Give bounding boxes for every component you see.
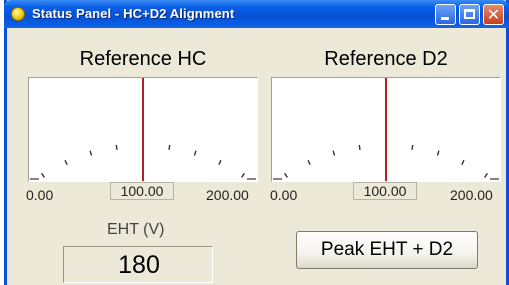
dial-tick: [89, 150, 93, 156]
dial-tick: [193, 150, 197, 156]
dial-tick: [41, 172, 45, 178]
meter-d2-scale-min: 0.00: [270, 187, 298, 203]
minimize-icon: [441, 17, 449, 20]
meter-hc-scale-max: 200.00: [206, 187, 249, 203]
dial-tick: [241, 172, 245, 178]
app-icon: [11, 7, 25, 21]
dial-tick: [436, 150, 440, 156]
dial-tick: [358, 144, 361, 150]
dial-tick: [484, 172, 488, 178]
meter-hc-scale-min: 0.00: [26, 187, 54, 203]
window-title: Status Panel - HC+D2 Alignment: [32, 6, 235, 21]
close-button[interactable]: ✕: [483, 4, 504, 25]
meter-hc: [28, 77, 258, 182]
dial-tick: [218, 159, 222, 166]
dial-tick: [461, 159, 465, 166]
status-panel-window: Status Panel - HC+D2 Alignment ✕ Referen…: [4, 0, 509, 285]
meter-hc-dial: [30, 78, 256, 181]
meter-d2-scale-mid: 100.00: [353, 182, 417, 200]
eht-label: EHT (V): [107, 221, 165, 238]
meter-d2-dial: [273, 78, 499, 181]
dial-tick: [307, 159, 311, 166]
meter-d2-title: Reference D2: [324, 48, 448, 70]
maximize-icon: [464, 9, 475, 19]
dial-tick: [332, 150, 336, 156]
meter-d2: [271, 77, 501, 182]
dial-tick: [168, 144, 171, 150]
meter-hc-title: Reference HC: [79, 48, 207, 70]
meter-hc-scale-mid: 100.00: [110, 182, 174, 200]
peak-eht-d2-button[interactable]: Peak EHT + D2: [296, 231, 478, 269]
dial-tick: [64, 159, 68, 166]
minimize-button[interactable]: [435, 4, 456, 25]
dial-tick: [115, 144, 118, 150]
eht-value: 180: [118, 251, 160, 279]
title-bar[interactable]: Status Panel - HC+D2 Alignment ✕: [4, 0, 509, 28]
dial-tick: [411, 144, 414, 150]
eht-readout: 180: [63, 246, 213, 283]
dial-tick: [284, 172, 288, 178]
maximize-button[interactable]: [459, 4, 480, 25]
meter-d2-scale-max: 200.00: [450, 187, 493, 203]
close-icon: ✕: [486, 5, 501, 24]
